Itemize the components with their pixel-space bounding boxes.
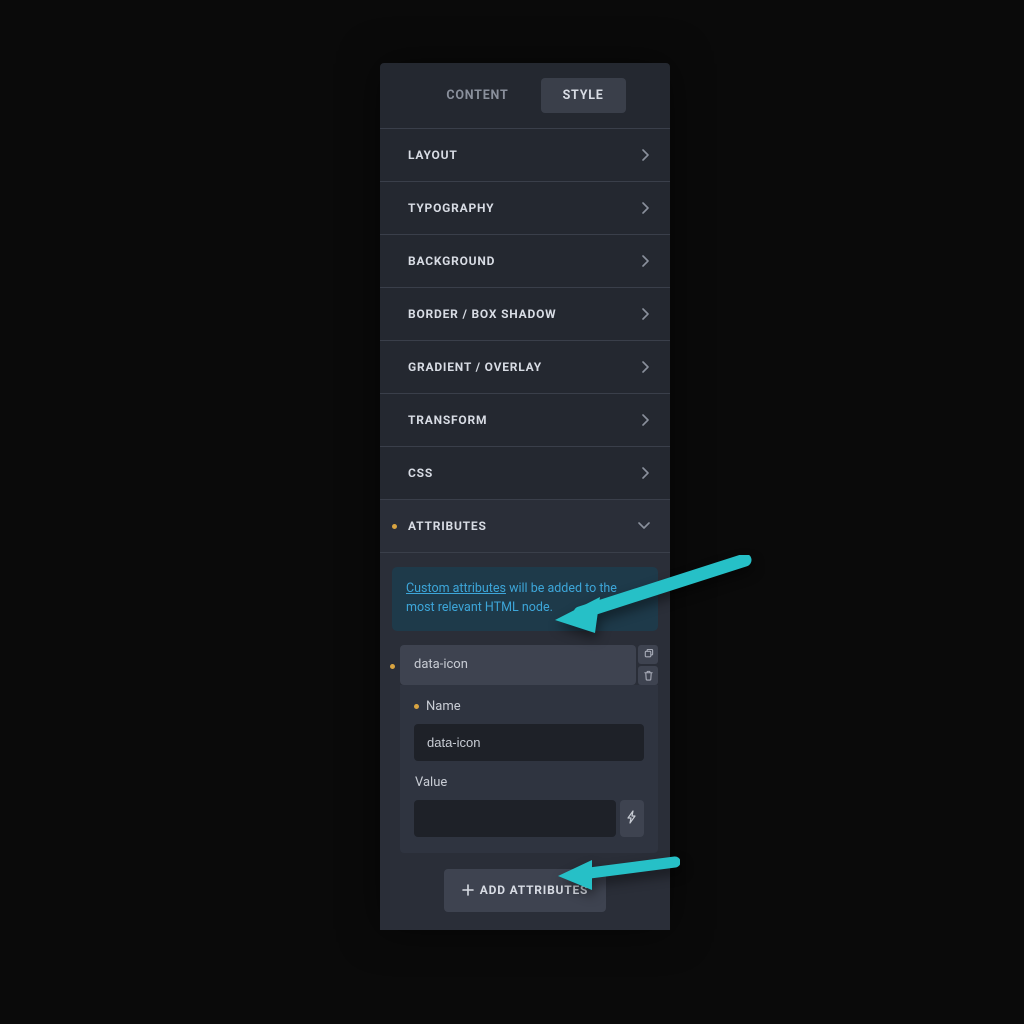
section-gradient[interactable]: GRADIENT / OVERLAY: [380, 341, 670, 394]
name-label: Name: [426, 699, 461, 714]
modified-dot-icon: [392, 524, 397, 529]
chevron-right-icon: [642, 202, 650, 214]
bolt-icon: [626, 809, 638, 828]
attribute-fields: Name Value: [400, 685, 658, 853]
section-typography[interactable]: TYPOGRAPHY: [380, 182, 670, 235]
section-layout[interactable]: LAYOUT: [380, 129, 670, 182]
section-transform[interactable]: TRANSFORM: [380, 394, 670, 447]
section-label: TRANSFORM: [408, 413, 487, 427]
section-label: BORDER / BOX SHADOW: [408, 307, 556, 321]
add-button-label: ADD ATTRIBUTES: [480, 883, 589, 897]
section-attributes[interactable]: ATTRIBUTES: [380, 500, 670, 553]
custom-attributes-link[interactable]: Custom attributes: [406, 581, 506, 596]
value-label: Value: [415, 775, 447, 790]
tab-style[interactable]: STYLE: [541, 78, 626, 113]
chevron-right-icon: [642, 361, 650, 373]
modified-dot-icon: [414, 704, 419, 709]
chevron-right-icon: [642, 308, 650, 320]
value-field-group: Value: [414, 775, 644, 837]
section-label: BACKGROUND: [408, 254, 495, 268]
add-attributes-button[interactable]: ADD ATTRIBUTES: [444, 869, 607, 912]
chevron-right-icon: [642, 414, 650, 426]
value-input[interactable]: [414, 800, 616, 837]
section-label: ATTRIBUTES: [408, 519, 487, 533]
section-background[interactable]: BACKGROUND: [380, 235, 670, 288]
chevron-right-icon: [642, 149, 650, 161]
section-css[interactable]: CSS: [380, 447, 670, 500]
dynamic-value-button[interactable]: [620, 800, 644, 837]
duplicate-icon: [643, 645, 654, 664]
attribute-block: data-icon Name: [392, 645, 658, 853]
name-input[interactable]: [414, 724, 644, 761]
attribute-chip[interactable]: data-icon: [400, 645, 636, 685]
style-panel: CONTENT STYLE LAYOUT TYPOGRAPHY BACKGROU…: [380, 63, 670, 930]
modified-dot-icon: [390, 664, 395, 669]
attribute-header: data-icon: [400, 645, 658, 685]
plus-icon: [462, 881, 474, 900]
chevron-right-icon: [642, 467, 650, 479]
name-field-group: Name: [414, 699, 644, 761]
section-label: CSS: [408, 466, 433, 480]
trash-icon: [643, 666, 654, 685]
delete-button[interactable]: [638, 666, 658, 685]
section-label: LAYOUT: [408, 148, 458, 162]
chevron-down-icon: [638, 522, 650, 530]
section-label: TYPOGRAPHY: [408, 201, 494, 215]
section-label: GRADIENT / OVERLAY: [408, 360, 542, 374]
attributes-body: Custom attributes will be added to the m…: [380, 553, 670, 930]
chevron-right-icon: [642, 255, 650, 267]
tab-content[interactable]: CONTENT: [424, 78, 530, 113]
info-box: Custom attributes will be added to the m…: [392, 567, 658, 631]
tabs-row: CONTENT STYLE: [380, 63, 670, 129]
section-border[interactable]: BORDER / BOX SHADOW: [380, 288, 670, 341]
attribute-actions: [638, 645, 658, 685]
duplicate-button[interactable]: [638, 645, 658, 664]
